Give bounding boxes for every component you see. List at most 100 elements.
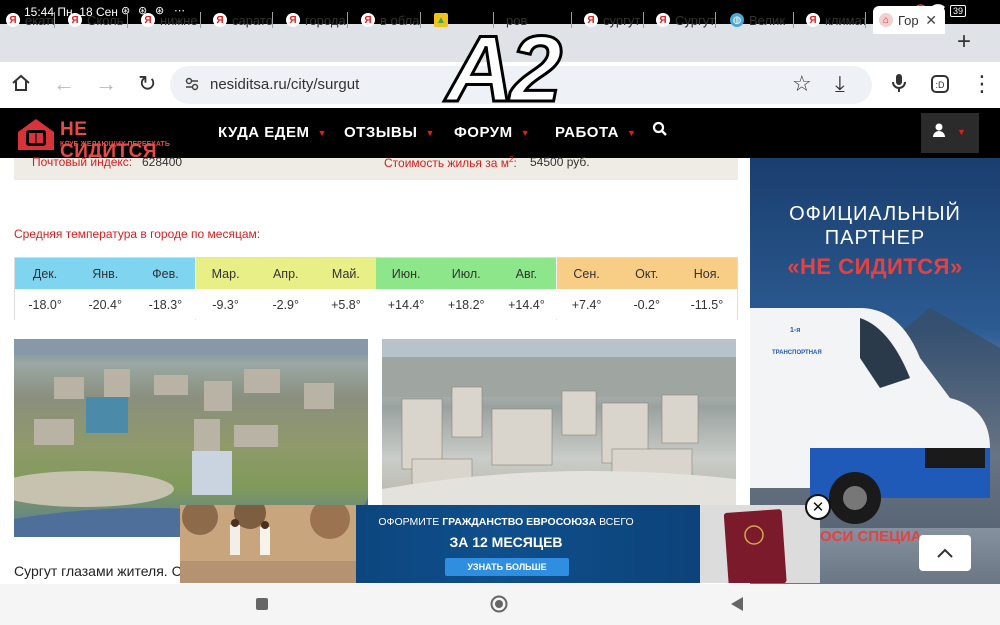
svg-text:1-я: 1-я bbox=[790, 327, 800, 334]
site-favicon-icon: ⌂ bbox=[879, 13, 893, 27]
svg-text::D: :D bbox=[936, 80, 946, 90]
tab-separator bbox=[272, 12, 273, 28]
yandex-favicon-icon: Я bbox=[656, 13, 670, 27]
month-temperature: -9.3° bbox=[195, 289, 256, 320]
user-menu-button[interactable]: ▼ bbox=[921, 113, 979, 153]
forward-icon[interactable]: → bbox=[95, 72, 117, 96]
ad-headline: ОФИЦИАЛЬНЫЙ ПАРТНЕР bbox=[789, 203, 961, 249]
month-header: Окт. bbox=[616, 258, 677, 289]
citizenship-ad-banner[interactable]: ОФОРМИТЕ ГРАЖДАНСТВО ЕВРОСОЮЗА ВСЕГО ЗА … bbox=[180, 505, 820, 583]
nav-item-destinations[interactable]: КУДА ЕДЕМ ▼ bbox=[218, 124, 327, 141]
search-icon[interactable] bbox=[652, 121, 668, 142]
recents-icon[interactable] bbox=[255, 597, 269, 616]
ad-line-1: ОФОРМИТЕ ГРАЖДАНСТВО ЕВРОСОЮЗА ВСЕГО bbox=[378, 516, 634, 528]
bookmark-star-icon[interactable]: ☆ bbox=[792, 72, 812, 96]
logo-subtitle: КЛУБ ЖЕЛАЮЩИХ ПЕРЕЕХАТЬ bbox=[60, 141, 170, 148]
close-tab-icon[interactable]: ✕ bbox=[925, 12, 937, 29]
tab-separator bbox=[865, 12, 866, 28]
city-photo-winter[interactable] bbox=[382, 339, 736, 509]
tab-title: Сургут bbox=[675, 12, 716, 28]
home-button-icon[interactable] bbox=[490, 595, 508, 618]
download-icon[interactable]: ⤓ bbox=[835, 72, 845, 96]
back-icon[interactable]: ← bbox=[53, 72, 75, 96]
tab-title: екатер bbox=[25, 12, 55, 28]
month-header: Ноя. bbox=[676, 258, 737, 289]
back-button-icon[interactable] bbox=[731, 597, 743, 616]
month-header: Дек. bbox=[15, 258, 76, 289]
month-header: Сен. bbox=[556, 258, 617, 289]
tab-title: сарато bbox=[232, 12, 273, 28]
nav-item-reviews[interactable]: ОТЗЫВЫ ▼ bbox=[344, 124, 435, 141]
menu-icon[interactable]: ⋮ bbox=[971, 72, 993, 96]
logo-house-icon bbox=[18, 119, 54, 150]
browser-tab[interactable]: Ясарато bbox=[207, 6, 273, 34]
month-header: Апр. bbox=[255, 258, 316, 289]
browser-tab[interactable]: Я Сколь bbox=[62, 6, 128, 34]
svg-text:ТРАНСПОРТНАЯ: ТРАНСПОРТНАЯ bbox=[772, 350, 822, 356]
yandex-favicon-icon: Я bbox=[141, 13, 155, 27]
browser-tab[interactable]: Яекатер bbox=[0, 6, 55, 34]
tab-separator bbox=[127, 12, 128, 28]
month-temperature: +14.4° bbox=[376, 289, 437, 320]
passport-image bbox=[700, 505, 820, 583]
new-tab-button[interactable]: + bbox=[957, 30, 971, 54]
browser-tab[interactable]: Ягорода bbox=[280, 6, 348, 34]
url-text[interactable]: nesiditsa.ru/city/surgut bbox=[210, 76, 359, 93]
month-header: Янв. bbox=[75, 258, 136, 289]
browser-tab[interactable]: Яклимат bbox=[800, 6, 866, 34]
browser-tab[interactable]: ⌂ Гор ✕ bbox=[873, 6, 945, 34]
browser-tab[interactable]: Янижне bbox=[135, 6, 201, 34]
month-header: Мар. bbox=[195, 258, 256, 289]
tab-switcher-icon[interactable]: :D bbox=[930, 74, 950, 99]
tab-separator bbox=[200, 12, 201, 28]
microphone-icon[interactable] bbox=[891, 72, 907, 99]
yandex-favicon-icon: Я bbox=[286, 13, 300, 27]
month-temperature: +14.4° bbox=[496, 289, 557, 320]
scroll-to-top-button[interactable] bbox=[919, 535, 971, 571]
ad-brand-text: «НЕ СИДИТСЯ» bbox=[787, 254, 963, 279]
tab-separator bbox=[793, 12, 794, 28]
reload-icon[interactable]: ↻ bbox=[138, 72, 156, 96]
month-temperature: -0.2° bbox=[616, 289, 677, 320]
month-temperature: +5.8° bbox=[315, 289, 376, 320]
month-temperature: -18.3° bbox=[135, 289, 196, 320]
month-header: Май. bbox=[315, 258, 376, 289]
tab-separator bbox=[643, 12, 644, 28]
ad-strip-text: ОСИ СПЕЦИА bbox=[820, 528, 922, 545]
caret-down-icon: ▼ bbox=[957, 127, 966, 137]
browser-tab[interactable]: Я Сургут bbox=[650, 6, 716, 34]
close-ad-button[interactable]: ✕ bbox=[805, 494, 831, 520]
user-icon bbox=[933, 123, 945, 141]
temperature-heading: Средняя температура в городе по месяцам: bbox=[14, 227, 261, 241]
month-temperature: -18.0° bbox=[15, 289, 76, 320]
yandex-favicon-icon: Я bbox=[361, 13, 375, 27]
caret-down-icon: ▼ bbox=[520, 128, 531, 139]
month-temperature: -20.4° bbox=[75, 289, 136, 320]
site-info-icon[interactable] bbox=[184, 76, 200, 95]
system-navigation-bar bbox=[0, 584, 1000, 625]
tab-separator bbox=[347, 12, 348, 28]
postal-code-value: 628400 bbox=[142, 155, 183, 169]
globe-favicon-icon: ◍ bbox=[730, 13, 744, 27]
nav-item-jobs[interactable]: РАБОТА ▼ bbox=[555, 124, 636, 141]
browser-tab[interactable]: Ясургут bbox=[578, 6, 644, 34]
site-logo[interactable]: НЕ СИДИТСЯ КЛУБ ЖЕЛАЮЩИХ ПЕРЕЕХАТЬ bbox=[14, 116, 184, 162]
tab-title: Сколь bbox=[87, 12, 124, 28]
yandex-favicon-icon: Я bbox=[6, 13, 20, 27]
yandex-favicon-icon: Я bbox=[68, 13, 82, 27]
ad-line-2: ЗА 12 МЕСЯЦЕВ bbox=[449, 534, 563, 550]
browser-tab[interactable]: ◍ Велик bbox=[724, 6, 794, 34]
nav-item-forum[interactable]: ФОРУМ ▼ bbox=[454, 124, 530, 141]
month-header: Июл. bbox=[436, 258, 497, 289]
learn-more-button[interactable]: УЗНАТЬ БОЛЬШЕ bbox=[445, 558, 569, 576]
tab-title: города bbox=[305, 12, 346, 28]
tab-title: нижне bbox=[160, 12, 198, 28]
month-header: Авг. bbox=[496, 258, 557, 289]
browser-tab[interactable]: Яв облас bbox=[355, 6, 421, 34]
postal-code-label: Почтовый индекс: bbox=[32, 155, 133, 169]
month-temperature: +7.4° bbox=[556, 289, 617, 320]
home-icon[interactable] bbox=[10, 72, 32, 99]
chevron-up-icon bbox=[937, 548, 953, 558]
tab-separator bbox=[571, 12, 572, 28]
month-temperature: -11.5° bbox=[676, 289, 737, 320]
